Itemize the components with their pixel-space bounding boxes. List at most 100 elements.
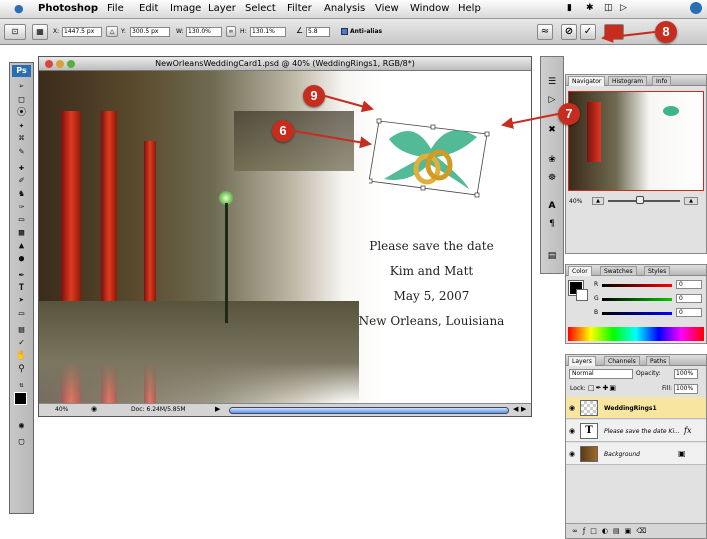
horizontal-scrollbar[interactable]: [229, 407, 509, 414]
eyedropper-tool-icon[interactable]: ✎: [13, 146, 30, 158]
layer-row-weddingrings[interactable]: ◉ WeddingRings1: [566, 397, 706, 419]
layers-footer-buttons[interactable]: ∞ƒ□◐▤▣⌫: [566, 523, 706, 538]
cancel-transform-icon[interactable]: ⊘: [561, 24, 577, 40]
character-panel-icon[interactable]: A: [545, 199, 559, 213]
menu-window[interactable]: Window: [410, 3, 449, 14]
background-swatch[interactable]: [576, 289, 588, 301]
notes-tool-icon[interactable]: ▤: [13, 324, 30, 336]
tool-presets-icon[interactable]: ✖: [545, 123, 559, 137]
minimize-window-icon[interactable]: [56, 60, 64, 68]
tab-paths[interactable]: Paths: [646, 356, 671, 366]
paragraph-panel-icon[interactable]: ¶: [545, 217, 559, 231]
spotlight-icon[interactable]: [690, 2, 702, 14]
channel-g-value[interactable]: 0: [676, 294, 702, 303]
wifi-icon[interactable]: ◫: [604, 3, 613, 13]
menu-select[interactable]: Select: [245, 3, 276, 14]
brushes-palette-icon[interactable]: [604, 24, 624, 40]
zoom-out-icon[interactable]: ▲: [592, 197, 604, 205]
zoom-slider-track[interactable]: [608, 200, 680, 202]
gradient-tool-icon[interactable]: ▩: [13, 227, 30, 239]
menu-analysis[interactable]: Analysis: [324, 3, 365, 14]
marquee-tool-icon[interactable]: □: [13, 94, 30, 106]
history-panel-icon[interactable]: ☰: [545, 75, 559, 89]
menu-file[interactable]: File: [107, 3, 124, 14]
shape-tool-icon[interactable]: ▭: [13, 308, 30, 320]
path-selection-tool-icon[interactable]: ➤: [13, 295, 30, 307]
tab-info[interactable]: Info: [652, 76, 672, 86]
tab-layers[interactable]: Layers: [568, 356, 596, 366]
eyedropper2-tool-icon[interactable]: ✓: [13, 337, 30, 349]
visibility-eye-icon[interactable]: ◉: [569, 450, 575, 458]
navigator-preview[interactable]: [568, 91, 704, 191]
bluetooth-icon[interactable]: ✱: [586, 3, 594, 13]
menu-app-name[interactable]: Photoshop: [38, 3, 98, 14]
blend-mode-select[interactable]: Normal: [569, 369, 633, 379]
healing-brush-tool-icon[interactable]: ✚: [13, 162, 30, 174]
reference-point-icon[interactable]: ▦: [32, 24, 48, 40]
y-field[interactable]: 300.5 px: [130, 27, 170, 37]
quick-mask-icon[interactable]: ◉: [13, 420, 30, 432]
layer-comps-icon[interactable]: ▤: [545, 249, 559, 263]
channel-g-slider[interactable]: [602, 298, 672, 301]
height-field[interactable]: 130.1%: [250, 27, 286, 37]
foreground-color-swatch[interactable]: [14, 392, 27, 405]
close-window-icon[interactable]: [45, 60, 53, 68]
antialias-checkbox[interactable]: [341, 28, 348, 35]
relative-position-icon[interactable]: △: [106, 26, 118, 37]
hand-tool-icon[interactable]: ✋: [13, 350, 30, 362]
brush-tool-icon[interactable]: ✐: [13, 175, 30, 187]
color-spectrum-bar[interactable]: [568, 327, 704, 341]
warp-mode-icon[interactable]: ≈: [537, 24, 553, 40]
eraser-tool-icon[interactable]: ▭: [13, 214, 30, 226]
tab-channels[interactable]: Channels: [604, 356, 640, 366]
link-proportions-icon[interactable]: ∞: [226, 26, 236, 37]
tab-navigator[interactable]: Navigator: [568, 76, 606, 86]
screen-mode-icon[interactable]: ▢: [13, 436, 30, 448]
visibility-eye-icon[interactable]: ◉: [569, 404, 575, 412]
apple-icon[interactable]: ●: [14, 2, 24, 15]
crop-tool-icon[interactable]: ⌘: [13, 133, 30, 145]
opacity-field[interactable]: 100%: [674, 369, 698, 379]
tab-histogram[interactable]: Histogram: [608, 76, 648, 86]
tool-preset-picker[interactable]: ⊡: [4, 24, 26, 40]
dodge-tool-icon[interactable]: ●: [13, 253, 30, 265]
lock-icons[interactable]: □✒✚▣: [588, 384, 617, 392]
clone-stamp-tool-icon[interactable]: ♞: [13, 188, 30, 200]
menu-filter[interactable]: Filter: [287, 3, 312, 14]
scroll-right-icon[interactable]: ▶: [521, 405, 526, 413]
volume-icon[interactable]: ▷: [620, 3, 627, 13]
move-tool-icon[interactable]: ➢: [13, 81, 30, 93]
layer-row-text[interactable]: ◉ T Please save the date Ki... fx: [566, 420, 706, 442]
menu-layer[interactable]: Layer: [208, 3, 236, 14]
menu-view[interactable]: View: [375, 3, 399, 14]
menu-image[interactable]: Image: [170, 3, 201, 14]
width-field[interactable]: 130.0%: [186, 27, 222, 37]
tab-color[interactable]: Color: [568, 266, 592, 276]
brushes-panel-icon[interactable]: ❀: [545, 153, 559, 167]
x-field[interactable]: 1447.5 px: [62, 27, 102, 37]
swap-colors-icon[interactable]: ⇅: [13, 379, 30, 391]
menu-edit[interactable]: Edit: [139, 3, 158, 14]
zoom-slider-thumb[interactable]: [636, 196, 644, 204]
navigator-zoom[interactable]: 40%: [569, 198, 582, 205]
commit-check-icon[interactable]: ✓: [580, 24, 596, 40]
clone-source-icon[interactable]: ☸: [545, 171, 559, 185]
zoom-level[interactable]: 40%: [55, 406, 68, 413]
tab-styles[interactable]: Styles: [644, 266, 671, 276]
history-brush-tool-icon[interactable]: ✑: [13, 201, 30, 213]
blur-tool-icon[interactable]: ▲: [13, 240, 30, 252]
tab-swatches[interactable]: Swatches: [600, 266, 637, 276]
zoom-in-icon[interactable]: ▲: [684, 197, 698, 205]
scroll-left-icon[interactable]: ◀: [513, 405, 518, 413]
layer-effects-icon[interactable]: fx: [684, 426, 691, 435]
actions-panel-icon[interactable]: ▷: [545, 93, 559, 107]
angle-field[interactable]: 5.8: [306, 27, 330, 37]
layer-row-background[interactable]: ◉ Background ▣: [566, 443, 706, 465]
fill-field[interactable]: 100%: [674, 384, 698, 394]
channel-r-slider[interactable]: [602, 284, 672, 287]
zoom-window-icon[interactable]: [67, 60, 75, 68]
channel-r-value[interactable]: 0: [676, 280, 702, 289]
status-arrow-icon[interactable]: ▶: [215, 405, 220, 413]
pen-tool-icon[interactable]: ✒: [13, 269, 30, 281]
menu-help[interactable]: Help: [458, 3, 481, 14]
